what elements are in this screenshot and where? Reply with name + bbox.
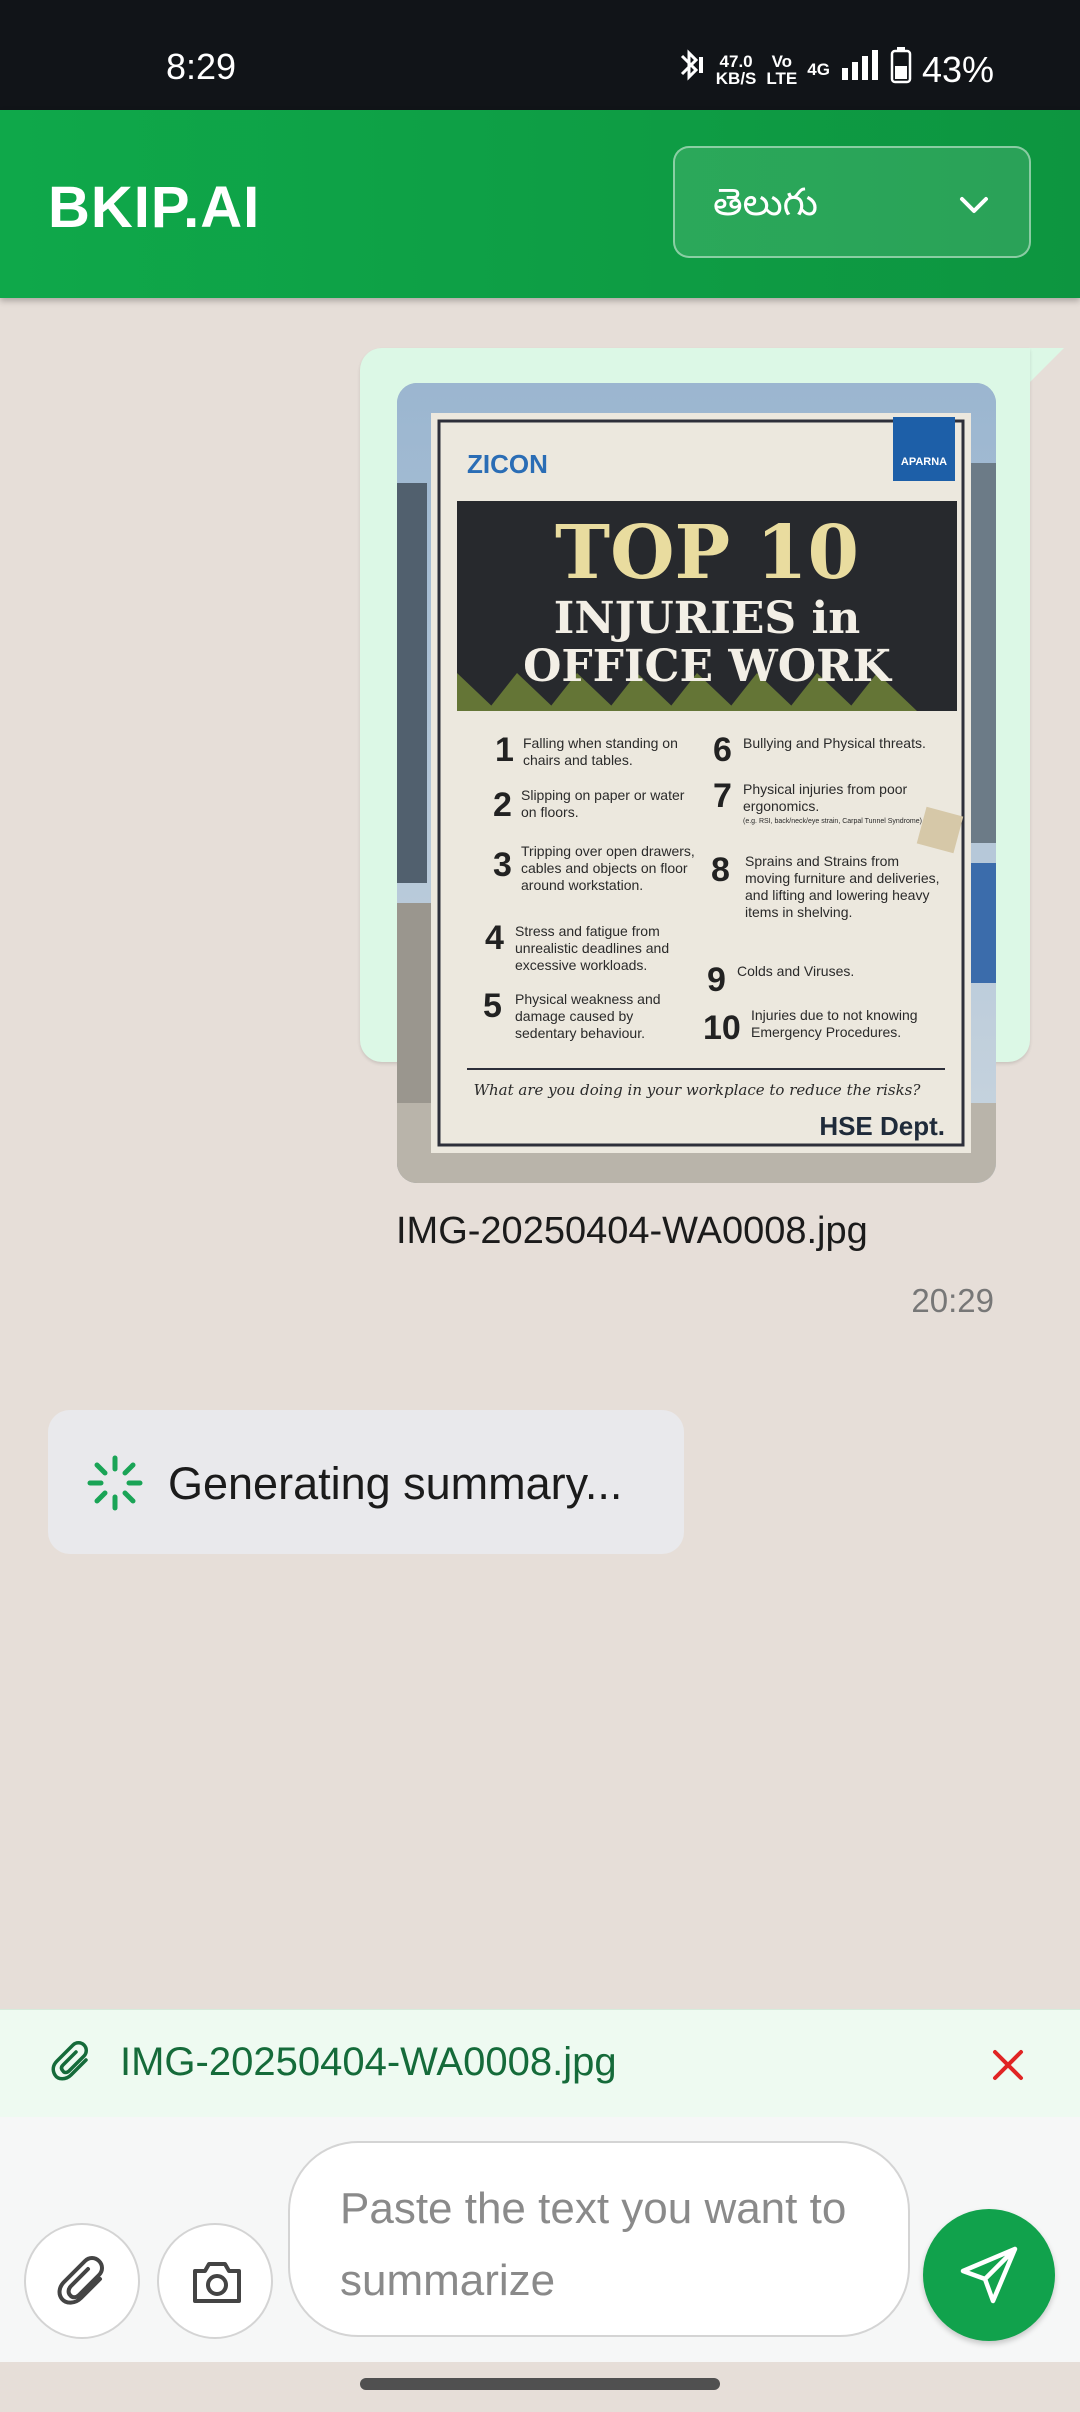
send-icon xyxy=(960,2246,1018,2304)
attachment-bar: IMG-20250404-WA0008.jpg xyxy=(0,2009,1080,2117)
poster-footer-dept: HSE Dept. xyxy=(819,1111,945,1141)
camera-icon xyxy=(193,2262,241,2303)
svg-text:5: 5 xyxy=(483,987,502,1025)
language-select[interactable]: తెలుగు xyxy=(673,146,1031,258)
incoming-message: Generating summary... xyxy=(48,1410,684,1554)
poster-title-2: INJURIES in xyxy=(554,593,860,644)
loading-spinner-icon xyxy=(86,1454,144,1517)
paperclip-icon xyxy=(50,2040,96,2091)
poster-title-3: OFFICE WORK xyxy=(523,641,893,692)
battery-icon xyxy=(890,46,912,93)
svg-text:1: 1 xyxy=(495,731,514,769)
signal-icon xyxy=(840,48,880,91)
image-attachment[interactable]: ZICON APARNA TOP 10 INJURIES in OFFICE W… xyxy=(397,383,996,1183)
outgoing-message: ZICON APARNA TOP 10 INJURIES in OFFICE W… xyxy=(360,348,1030,1319)
poster-title-1: TOP 10 xyxy=(555,510,859,596)
poster-item-4: Stress and fatigue from unrealistic dead… xyxy=(515,923,670,973)
bubble-tail xyxy=(1028,348,1064,384)
summary-text-input[interactable]: Paste the text you want to summarize xyxy=(288,2141,910,2337)
status-indicators: 47.0 KB/S Vo LTE 4G 43% xyxy=(674,46,994,93)
poster-item-7: Physical injuries from poor ergonomics. xyxy=(743,781,908,814)
poster-item-3: Tripping over open drawers, cables and o… xyxy=(521,843,695,893)
poster-photo: ZICON APARNA TOP 10 INJURIES in OFFICE W… xyxy=(397,383,996,1183)
app-title: BKIP.AI xyxy=(48,175,261,240)
poster-item-9: Colds and Viruses. xyxy=(737,963,855,979)
input-placeholder: Paste the text you want to summarize xyxy=(340,2184,847,2305)
volte-indicator: Vo LTE xyxy=(766,51,798,88)
svg-text:4: 4 xyxy=(485,919,504,957)
app-header: BKIP.AI తెలుగు xyxy=(0,110,1080,298)
paperclip-icon xyxy=(57,2256,104,2305)
poster-item-7-note: (e.g. RSI, back/neck/eye strain, Carpal … xyxy=(743,818,922,825)
message-time: 20:29 xyxy=(911,1282,994,1319)
camera-button[interactable] xyxy=(157,2223,273,2339)
network-type: 4G xyxy=(807,60,830,79)
gesture-nav-bar[interactable] xyxy=(360,2378,720,2390)
poster-logo-right: APARNA xyxy=(901,456,947,468)
message-file-name: IMG-20250404-WA0008.jpg xyxy=(396,1210,868,1252)
poster-item-10: Injuries due to not knowing Emergency Pr… xyxy=(751,1007,918,1040)
poster-item-8: Sprains and Strains from moving furnitur… xyxy=(745,853,940,920)
poster-item-2: Slipping on paper or water on floors. xyxy=(521,787,685,820)
svg-text:10: 10 xyxy=(703,1009,741,1047)
svg-text:8: 8 xyxy=(711,851,730,889)
attachment-file-name: IMG-20250404-WA0008.jpg xyxy=(120,2040,617,2084)
svg-text:7: 7 xyxy=(713,777,732,815)
attach-file-button[interactable] xyxy=(24,2223,140,2339)
generating-status-text: Generating summary... xyxy=(168,1458,623,1509)
poster-item-6: Bullying and Physical threats. xyxy=(743,735,926,751)
bluetooth-icon xyxy=(674,47,706,92)
poster-logo-left: ZICON xyxy=(467,449,548,479)
status-bar: 8:29 47.0 KB/S Vo LTE 4G 43% xyxy=(0,0,1080,110)
poster-item-5: Physical weakness and damage caused by s… xyxy=(515,991,661,1041)
poster-item-1: Falling when standing on chairs and tabl… xyxy=(523,735,678,768)
remove-attachment-button[interactable] xyxy=(985,2042,1031,2093)
data-rate: 47.0 KB/S xyxy=(715,51,757,88)
composer: Paste the text you want to summarize xyxy=(0,2117,1080,2362)
svg-text:6: 6 xyxy=(713,731,732,769)
battery-percent: 43% xyxy=(921,48,994,90)
poster-footer-question: What are you doing in your workplace to … xyxy=(474,1081,922,1099)
svg-text:2: 2 xyxy=(493,786,512,824)
svg-text:3: 3 xyxy=(493,846,512,884)
svg-text:9: 9 xyxy=(707,961,726,999)
chevron-down-icon xyxy=(957,188,991,227)
status-time: 8:29 xyxy=(166,46,237,87)
send-button[interactable] xyxy=(923,2209,1055,2341)
language-selected-label: తెలుగు xyxy=(713,182,818,224)
